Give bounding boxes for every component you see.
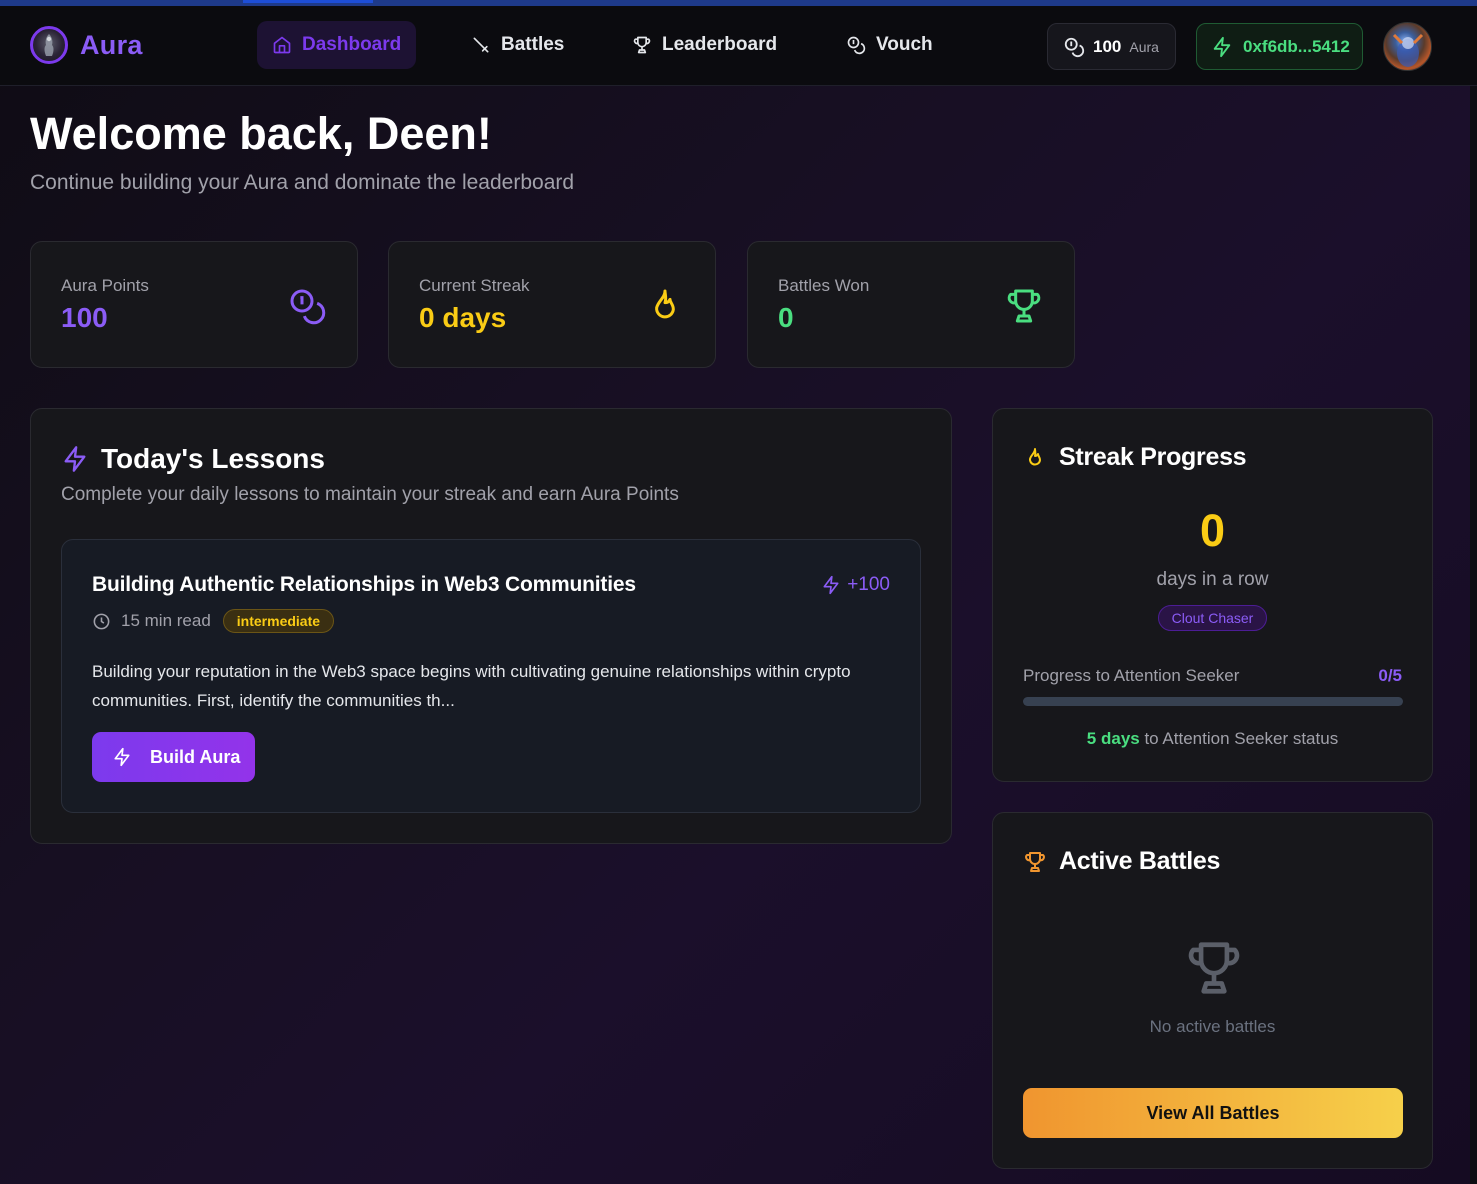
page-title: Welcome back, Deen! [30,108,492,159]
stat-value: 100 [61,302,108,333]
view-all-battles-button[interactable]: View All Battles [1023,1088,1403,1138]
lesson-points: +100 [847,574,890,595]
battles-title: Active Battles [1059,847,1221,875]
view-all-battles-label: View All Battles [1146,1102,1280,1123]
wallet-address: 0xf6db...5412 [1243,36,1350,56]
clock-icon [93,613,110,629]
flame-icon [645,286,685,326]
battles-heading: Active Battles [1023,847,1220,876]
aura-points-pill[interactable]: 100 Aura [1047,23,1176,70]
brand-name: Aura [80,29,143,60]
scrollbar[interactable] [1470,86,1477,1184]
nav-vouch-label: Vouch [876,34,933,55]
flame-icon [1029,447,1041,466]
progress-note: 5 days to Attention Seeker status [993,729,1432,749]
nav-dashboard[interactable]: Dashboard [257,21,417,69]
aura-points-value: 100 [1093,36,1122,56]
rank-badge: Clout Chaser [1157,605,1268,631]
lightning-icon [1213,36,1231,57]
nav-leaderboard[interactable]: Leaderboard [617,21,792,69]
wallet-button[interactable]: 0xf6db...5412 [1196,23,1363,70]
lessons-subtitle: Complete your daily lessons to maintain … [61,484,679,505]
page-subtitle: Continue building your Aura and dominate… [30,171,575,194]
lessons-title: Today's Lessons [101,443,325,474]
nav-battles[interactable]: Battles [456,21,579,69]
stat-card-battles-won: Battles Won 0 [747,241,1075,368]
lesson-reward: +100 [821,574,890,596]
lesson-title: Building Authentic Relationships in Web3… [92,573,636,596]
lesson-meta: 15 min read intermediate [92,609,335,633]
streak-heading: Streak Progress [1023,443,1247,472]
todays-lessons-card: Today's Lessons Complete your daily less… [30,408,952,844]
trophy-icon [1025,851,1045,872]
nav-battles-label: Battles [501,34,565,55]
trophy-icon [633,36,651,54]
trophy-icon [1004,286,1044,326]
build-aura-label: Build Aura [150,746,241,767]
stat-label: Current Streak [419,276,530,295]
nav-dashboard-label: Dashboard [302,34,402,55]
empty-state-text: No active battles [1149,1017,1276,1036]
aura-points-unit: Aura [1129,38,1159,55]
progress-note-text: to Attention Seeker status [1139,729,1339,748]
lesson-card[interactable]: Building Authentic Relationships in Web3… [61,539,921,813]
streak-count: 0 [1199,505,1226,556]
lesson-excerpt: Building your reputation in the Web3 spa… [92,662,851,710]
nav-vouch[interactable]: Vouch [831,21,948,69]
lightning-icon [64,446,86,472]
brand[interactable]: Aura [30,26,143,64]
progress-note-days: 5 days [1086,729,1140,748]
streak-title: Streak Progress [1059,443,1247,471]
stat-label: Aura Points [61,276,149,295]
avatar[interactable] [1383,22,1432,71]
progress-label: Progress to Attention Seeker [1023,666,1240,685]
build-aura-button[interactable]: Build Aura [92,732,255,782]
lightning-icon [114,747,130,767]
progress-count: 0/5 [1378,666,1402,685]
level-badge: intermediate [222,609,335,633]
coins-icon [287,286,327,326]
coins-icon [847,36,866,55]
progress-bar [1023,697,1403,706]
lessons-heading: Today's Lessons [61,443,325,475]
trophy-icon [1183,937,1245,999]
aura-logo-icon [30,26,68,64]
lightning-icon [823,575,839,595]
lesson-read-time: 15 min read [121,611,211,630]
top-navbar: Aura Dashboard Battles Leaderboard Vouch… [0,6,1477,86]
stat-card-aura-points: Aura Points 100 [30,241,358,368]
active-battles-card: Active Battles No active battles View Al… [992,812,1433,1169]
streak-unit: days in a row [1156,569,1269,590]
stat-card-current-streak: Current Streak 0 days [388,241,716,368]
stat-value: 0 days [419,302,507,333]
nav-leaderboard-label: Leaderboard [662,34,778,55]
stat-label: Battles Won [778,276,870,295]
sword-icon [473,37,489,53]
coins-icon [1064,37,1085,57]
streak-progress-card: Streak Progress 0 days in a row Clout Ch… [992,408,1433,782]
home-icon [273,36,291,54]
stat-value: 0 [778,302,794,333]
